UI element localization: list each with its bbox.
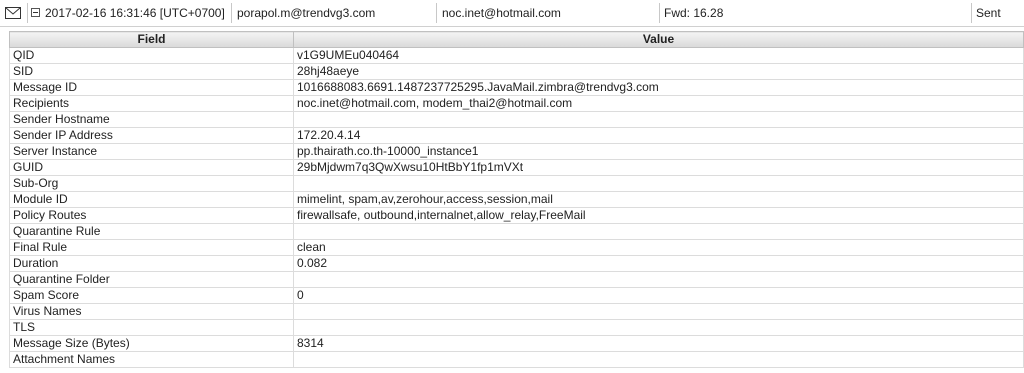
summary-sender: porapol.m@trendvg3.com <box>237 6 376 20</box>
table-row: Quarantine Folder <box>9 271 1024 288</box>
field-value: 8314 <box>293 335 1024 352</box>
field-name: Module ID <box>9 191 294 208</box>
field-name: Sub-Org <box>9 175 294 192</box>
field-value <box>293 303 1024 320</box>
field-value <box>293 351 1024 368</box>
field-name: Spam Score <box>9 287 294 304</box>
table-row: Duration 0.082 <box>9 255 1024 272</box>
field-value: 28hj48aeye <box>293 63 1024 80</box>
field-name: SID <box>9 63 294 80</box>
table-row: Attachment Names <box>9 351 1024 368</box>
table-row: Message ID 1016688083.6691.1487237725295.… <box>9 79 1024 96</box>
table-row: QID v1G9UMEu040464 <box>9 47 1024 64</box>
field-name: Sender IP Address <box>9 127 294 144</box>
table-row: SID 28hj48aeye <box>9 63 1024 80</box>
message-detail-table: Field Value QID v1G9UMEu040464 SID 28hj48a… <box>9 31 1024 368</box>
field-name: Recipients <box>9 95 294 112</box>
field-value: 172.20.4.14 <box>293 127 1024 144</box>
table-row: Quarantine Rule <box>9 223 1024 240</box>
table-row: Virus Names <box>9 303 1024 320</box>
field-value: mimelint, spam,av,zerohour,access,sessio… <box>293 191 1024 208</box>
field-name: Quarantine Rule <box>9 223 294 240</box>
table-row: Server Instance pp.thairath.co.th-10000_i… <box>9 143 1024 160</box>
field-name: Message ID <box>9 79 294 96</box>
field-value: 1016688083.6691.1487237725295.JavaMail.z… <box>293 79 1024 96</box>
field-value <box>293 175 1024 192</box>
column-header-value: Value <box>293 31 1024 48</box>
table-row: Recipients noc.inet@hotmail.com, modem_th… <box>9 95 1024 112</box>
column-header-field: Field <box>9 31 294 48</box>
table-row: Policy Routes firewallsafe, outbound,inte… <box>9 207 1024 224</box>
field-name: Duration <box>9 255 294 272</box>
field-name: Sender Hostname <box>9 111 294 128</box>
envelope-icon <box>5 7 21 19</box>
summary-subject: Fwd: 16.28 <box>664 6 724 20</box>
field-name: Attachment Names <box>9 351 294 368</box>
field-value <box>293 271 1024 288</box>
field-value: pp.thairath.co.th-10000_instance1 <box>293 143 1024 160</box>
summary-timestamp: 2017-02-16 16:31:46 [UTC+0700] <box>45 6 225 20</box>
field-name: Message Size (Bytes) <box>9 335 294 352</box>
field-value: 0.082 <box>293 255 1024 272</box>
table-row: Sub-Org <box>9 175 1024 192</box>
field-value: noc.inet@hotmail.com, modem_thai2@hotmai… <box>293 95 1024 112</box>
field-name: Server Instance <box>9 143 294 160</box>
column-divider <box>231 3 232 23</box>
table-row: Final Rule clean <box>9 239 1024 256</box>
table-row: GUID 29bMjdwm7q3QwXwsu10HtBbY1fp1mVXt <box>9 159 1024 176</box>
table-row: Message Size (Bytes) 8314 <box>9 335 1024 352</box>
field-value: 29bMjdwm7q3QwXwsu10HtBbY1fp1mVXt <box>293 159 1024 176</box>
collapse-icon[interactable] <box>31 8 40 17</box>
summary-status: Sent <box>976 6 1001 20</box>
summary-recipient: noc.inet@hotmail.com <box>442 6 561 20</box>
field-name: GUID <box>9 159 294 176</box>
field-value: v1G9UMEu040464 <box>293 47 1024 64</box>
table-row: Sender IP Address 172.20.4.14 <box>9 127 1024 144</box>
field-value: 0 <box>293 287 1024 304</box>
column-divider <box>27 3 28 23</box>
field-name: QID <box>9 47 294 64</box>
field-name: Virus Names <box>9 303 294 320</box>
field-name: Final Rule <box>9 239 294 256</box>
field-value <box>293 223 1024 240</box>
field-name: TLS <box>9 319 294 336</box>
field-value: clean <box>293 239 1024 256</box>
table-row: Sender Hostname <box>9 111 1024 128</box>
field-value <box>293 319 1024 336</box>
table-header-row: Field Value <box>9 31 1024 48</box>
field-name: Policy Routes <box>9 207 294 224</box>
table-row: Spam Score 0 <box>9 287 1024 304</box>
message-summary-row[interactable]: 2017-02-16 16:31:46 [UTC+0700] porapol.m… <box>0 0 1024 27</box>
field-name: Quarantine Folder <box>9 271 294 288</box>
table-row: Module ID mimelint, spam,av,zerohour,acce… <box>9 191 1024 208</box>
table-row: TLS <box>9 319 1024 336</box>
field-value: firewallsafe, outbound,internalnet,allow… <box>293 207 1024 224</box>
field-value <box>293 111 1024 128</box>
column-divider <box>436 3 437 23</box>
